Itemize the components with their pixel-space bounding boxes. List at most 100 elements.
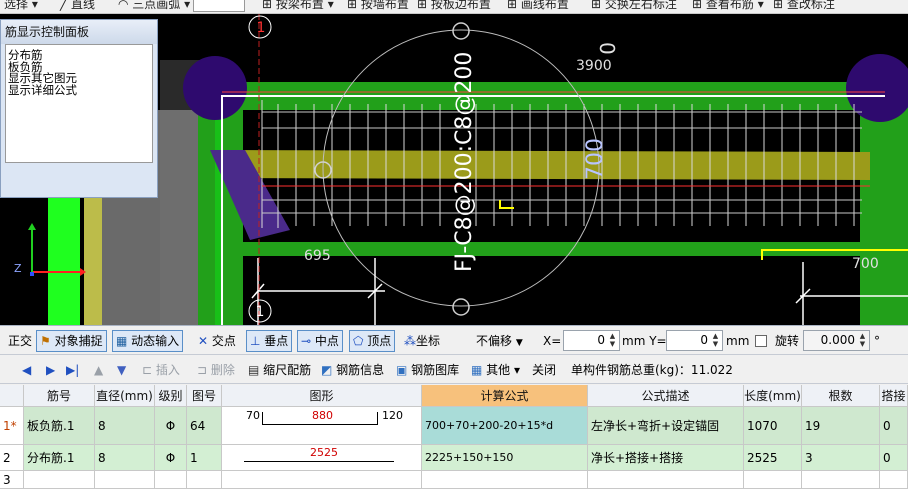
rotate-checkbox[interactable] (755, 335, 767, 347)
move-down-icon[interactable]: ▼ (117, 361, 126, 379)
x-spinner[interactable]: ▲ ▼ (607, 332, 618, 349)
cell-grade[interactable] (155, 471, 187, 489)
cell-figure[interactable]: 1 (187, 445, 222, 471)
cell-name[interactable] (24, 471, 95, 489)
cell-lap[interactable]: 0 (880, 445, 908, 471)
toolbar-view-rebar[interactable]: ⊞ 查看布筋 ▾ (692, 0, 764, 12)
cell-figure[interactable] (187, 471, 222, 489)
cell-lap[interactable]: 0 (880, 407, 908, 445)
close-button[interactable]: 关闭 (532, 361, 556, 379)
mm-label: mm (726, 334, 750, 348)
cell-length[interactable]: 2525 (744, 445, 802, 471)
toolbar-draw-line[interactable]: ⊞ 画线布置 (507, 0, 569, 12)
toolbar-swap-labels[interactable]: ⊞ 交换左右标注 (591, 0, 677, 12)
x-input[interactable]: 0 ▲ ▼ (563, 330, 620, 351)
insert-button[interactable]: ⊏ 插入 (142, 361, 180, 379)
shape-line (244, 461, 394, 462)
row-index[interactable]: 2 (0, 445, 24, 471)
scale-rebar-label: 缩尺配筋 (263, 363, 312, 377)
rotate-spinner[interactable]: ▲ ▼ (857, 332, 868, 349)
coordinate-snap[interactable]: ⁂坐标 (400, 330, 444, 352)
shape-right-dim: 120 (382, 409, 403, 422)
toolbar-combo[interactable] (193, 0, 245, 12)
display-control-panel[interactable]: 筋显示控制面板 分布筋 板负筋 显示其它图元 显示详细公式 (0, 19, 158, 198)
cell-formula[interactable]: 2225+150+150 (422, 445, 588, 471)
cell-diameter[interactable]: 8 (95, 445, 155, 471)
cell-grade[interactable]: Φ (155, 445, 187, 471)
cell-description[interactable]: 净长+搭接+搭接 (588, 445, 744, 471)
intersection-label: 交点 (211, 334, 236, 348)
object-snap-button[interactable]: ⚑ 对象捕捉 (36, 330, 107, 352)
line-label: 直线 (71, 0, 96, 11)
dynamic-input-button[interactable]: ▦ 动态输入 (112, 330, 184, 352)
toolbar-select[interactable]: 选择 ▾ (4, 0, 38, 12)
header-corner (0, 385, 24, 407)
cell-shape[interactable]: 70 880 120 (222, 407, 422, 445)
cell-count[interactable]: 19 (802, 407, 880, 445)
y-spinner[interactable]: ▲ ▼ (710, 332, 721, 349)
table-row[interactable]: 2 分布筋.1 8 Φ 1 2525 2225+150+150 净长+搭接+搭接… (0, 445, 908, 471)
delete-button[interactable]: ⊐ 删除 (197, 361, 235, 379)
cell-name[interactable]: 分布筋.1 (24, 445, 95, 471)
dim-zero: 0 (595, 42, 619, 55)
midpoint-label: 中点 (314, 334, 339, 348)
cell-grade[interactable]: Φ (155, 407, 187, 445)
toolbar-line[interactable]: ╱ 直线 (60, 0, 95, 12)
rebar-table: 筋号 直径(mm) 级别 图号 图形 计算公式 公式描述 长度(mm) 根数 搭… (0, 385, 908, 502)
last-icon[interactable]: ▶| (66, 361, 79, 379)
cell-figure[interactable]: 64 (187, 407, 222, 445)
other-dropdown[interactable]: ▦ 其他 ▾ (471, 361, 520, 379)
coordinate-label: 坐标 (416, 334, 441, 348)
scale-rebar-button[interactable]: ▤ 缩尺配筋 (248, 361, 311, 379)
prev-icon[interactable]: ◀ (22, 361, 31, 379)
cell-description[interactable] (588, 471, 744, 489)
vertex-label: 顶点 (367, 334, 392, 348)
panel-list[interactable]: 分布筋 板负筋 显示其它图元 显示详细公式 (5, 44, 153, 163)
ortho-button[interactable]: 正交 (4, 330, 36, 352)
panel-title[interactable]: 筋显示控制面板 (1, 20, 157, 44)
toolbar-by-slab-edge[interactable]: ⊞ 按板边布置 (417, 0, 491, 12)
cell-formula[interactable] (422, 471, 588, 489)
vertex-snap[interactable]: ⬠ 顶点 (349, 330, 396, 352)
rebar-library-button[interactable]: ▣ 钢筋图库 (396, 361, 459, 379)
shape-polyline (262, 412, 378, 425)
cell-description[interactable]: 左净长+弯折+设定锚固 (588, 407, 744, 445)
cell-length[interactable] (744, 471, 802, 489)
toolbar-arc[interactable]: ◠ 三点画弧 ▾ (118, 0, 190, 12)
cell-count[interactable]: 3 (802, 445, 880, 471)
bright-green-beam (48, 198, 80, 325)
table-row[interactable]: 1* 板负筋.1 8 Φ 64 70 880 120 700+70+200-20… (0, 407, 908, 445)
cell-count[interactable] (802, 471, 880, 489)
perpendicular-snap[interactable]: ⊥ 垂点 (246, 330, 293, 352)
y-input[interactable]: 0 ▲ ▼ (666, 330, 723, 351)
cell-diameter[interactable]: 8 (95, 407, 155, 445)
row-index[interactable]: 1* (0, 407, 24, 445)
axis-label-bottom: 1 (256, 304, 265, 320)
cell-shape[interactable]: 2525 (222, 445, 422, 471)
header-formula: 计算公式 (422, 385, 588, 407)
cell-formula[interactable]: 700+70+200-20+15*d (422, 407, 588, 445)
rebar-info-label: 钢筋信息 (336, 363, 385, 377)
toolbar-by-beam[interactable]: ⊞ 按梁布置 ▾ (262, 0, 334, 12)
rotate-label: 旋转 (775, 334, 800, 348)
intersection-snap[interactable]: ✕ 交点 (194, 330, 240, 352)
rebar-toolbar: ◀ ▶ ▶| ▲ ▼ ⊏ 插入 ⊐ 删除 ▤ 缩尺配筋 ◩ 钢筋信息 ▣ 钢筋图… (0, 356, 908, 384)
cell-lap[interactable] (880, 471, 908, 489)
toolbar-by-wall[interactable]: ⊞ 按墙布置 (347, 0, 409, 12)
toolbar-edit-labels[interactable]: ⊞ 查改标注 (773, 0, 835, 12)
cell-length[interactable]: 1070 (744, 407, 802, 445)
midpoint-snap[interactable]: ⊸ 中点 (297, 330, 343, 352)
next-icon[interactable]: ▶ (46, 361, 55, 379)
cell-shape[interactable] (222, 471, 422, 489)
rebar-info-button[interactable]: ◩ 钢筋信息 (321, 361, 384, 379)
cell-name[interactable]: 板负筋.1 (24, 407, 95, 445)
total-weight: 单构件钢筋总重(kg)：11.022 (571, 363, 733, 377)
panel-item-detail-formula[interactable]: 显示详细公式 (6, 84, 152, 97)
row-index[interactable]: 3 (0, 471, 24, 489)
table-row[interactable]: 3 (0, 471, 908, 489)
rotate-input[interactable]: 0.000 ▲ ▼ (803, 330, 870, 351)
offset-dropdown[interactable]: 不偏移 ▼ (472, 330, 527, 352)
cell-diameter[interactable] (95, 471, 155, 489)
move-up-icon[interactable]: ▲ (94, 361, 103, 379)
delete-label: 删除 (210, 363, 235, 377)
